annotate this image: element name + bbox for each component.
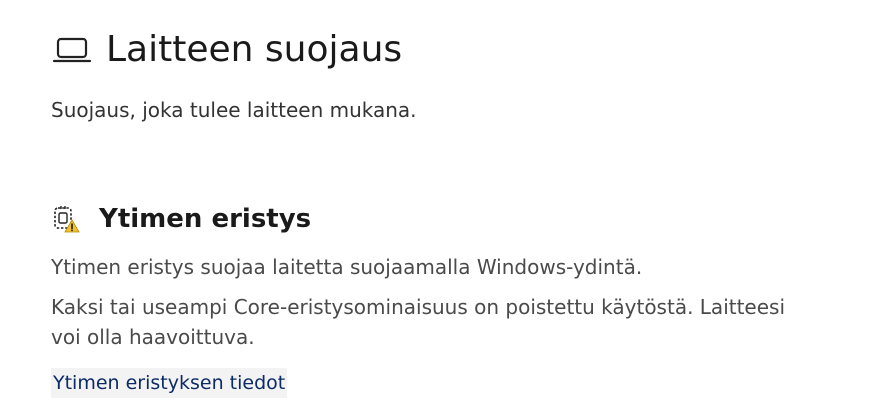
section-warning-text: Kaksi tai useampi Core-eristysominaisuus…: [51, 295, 786, 349]
section-description: Ytimen eristys suojaa laitetta suojaamal…: [51, 255, 643, 279]
core-isolation-section: Ytimen eristys Ytimen eristys suojaa lai…: [51, 200, 811, 398]
page-header: Laitteen suojaus: [52, 26, 402, 74]
core-isolation-warning-icon: [51, 204, 81, 234]
section-header: Ytimen eristys: [51, 200, 811, 238]
section-title: Ytimen eristys: [99, 204, 312, 234]
laptop-icon: [52, 30, 92, 70]
page-title: Laitteen suojaus: [106, 29, 403, 70]
core-isolation-details-link[interactable]: Ytimen eristyksen tiedot: [51, 368, 288, 398]
page-subtitle: Suojaus, joka tulee laitteen mukana.: [51, 98, 417, 122]
